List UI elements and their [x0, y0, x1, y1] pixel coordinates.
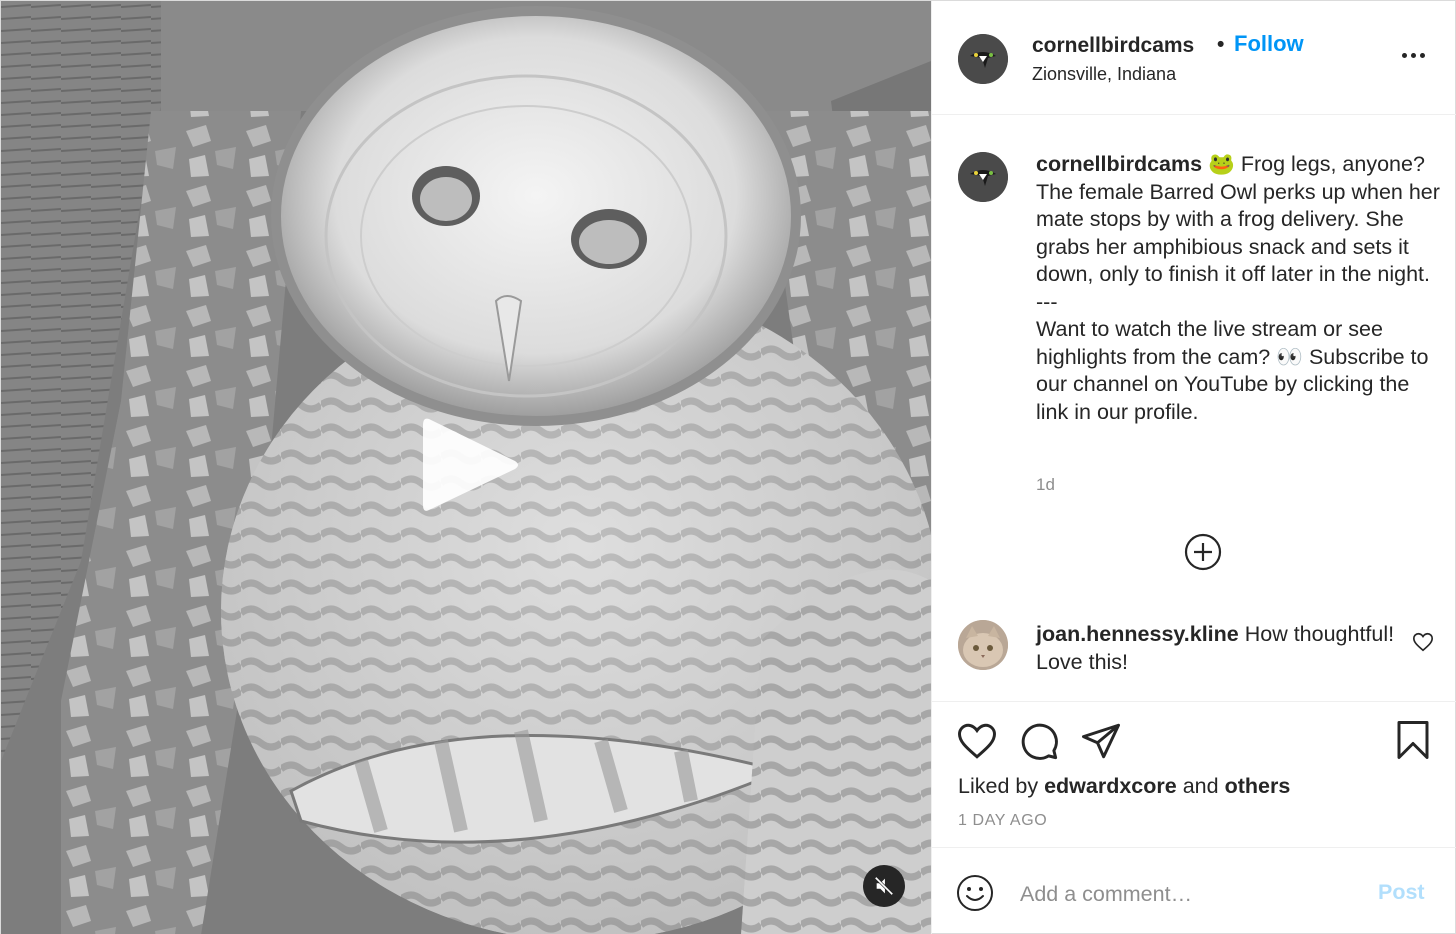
- save-button[interactable]: [1392, 719, 1434, 761]
- caption-timestamp[interactable]: 1d: [1036, 475, 1055, 495]
- caption-username[interactable]: cornellbirdcams: [1036, 152, 1202, 176]
- follow-button[interactable]: Follow: [1234, 31, 1304, 57]
- comment-button[interactable]: [1018, 720, 1060, 762]
- comment-like-button[interactable]: [1412, 631, 1434, 653]
- avatar[interactable]: [958, 34, 1008, 84]
- post-sidebar: cornellbirdcams • Follow Zionsville, Ind…: [931, 1, 1456, 934]
- instagram-post: cornellbirdcams • Follow Zionsville, Ind…: [0, 0, 1456, 934]
- play-icon: [423, 418, 518, 511]
- header-username[interactable]: cornellbirdcams: [1032, 34, 1194, 58]
- more-options-button[interactable]: [1402, 45, 1428, 65]
- bird-logo-icon: [958, 34, 1008, 84]
- comment-username[interactable]: joan.hennessy.kline: [1036, 622, 1239, 646]
- play-button[interactable]: [419, 413, 523, 517]
- separator-dot: •: [1217, 33, 1225, 56]
- caption-line-2: ---: [1036, 289, 1058, 314]
- location-link[interactable]: Zionsville, Indiana: [1032, 64, 1176, 85]
- volume-muted-icon: [874, 876, 894, 896]
- post-header: cornellbirdcams • Follow Zionsville, Ind…: [932, 1, 1456, 115]
- caption-line-3: Want to watch the live stream or see hig…: [1036, 317, 1435, 424]
- caption-text: cornellbirdcams 🐸 Frog legs, anyone? The…: [1036, 151, 1446, 426]
- mute-toggle-button[interactable]: [863, 865, 905, 907]
- caption-avatar[interactable]: [958, 152, 1008, 202]
- caption-paragraph-1: cornellbirdcams 🐸 Frog legs, anyone? The…: [1036, 151, 1446, 289]
- load-more-comments-button[interactable]: [1184, 533, 1222, 571]
- share-button[interactable]: [1080, 720, 1122, 762]
- post-actions: Liked by edwardxcore and others 1 DAY AG…: [932, 701, 1456, 847]
- likes-conjunction: and: [1182, 774, 1219, 798]
- plus-circle-icon: [1184, 533, 1222, 571]
- post-video[interactable]: [1, 1, 931, 934]
- comment-avatar[interactable]: [958, 620, 1008, 670]
- add-comment-bar: Post: [932, 847, 1456, 934]
- comment-input[interactable]: [1020, 874, 1360, 914]
- comment-text: joan.hennessy.kline How thoughtful! Love…: [1036, 621, 1396, 676]
- likes-prefix: Liked by: [958, 774, 1039, 798]
- caption-section: cornellbirdcams 🐸 Frog legs, anyone? The…: [932, 115, 1456, 605]
- smiley-icon: [957, 875, 993, 911]
- paper-plane-icon: [1082, 723, 1120, 759]
- more-horizontal-icon-dot: [1411, 52, 1416, 58]
- post-comment-button[interactable]: Post: [1378, 880, 1425, 905]
- like-button[interactable]: [956, 720, 998, 762]
- likes-others[interactable]: others: [1225, 774, 1291, 798]
- bookmark-icon: [1397, 721, 1429, 759]
- cat-avatar-image: [958, 620, 1008, 670]
- likes-summary: Liked by edwardxcore and others: [958, 774, 1290, 799]
- comment-icon: [1021, 723, 1058, 760]
- frog-emoji: 🐸: [1208, 152, 1235, 176]
- bird-logo-icon: [958, 152, 1008, 202]
- heart-icon: [1413, 632, 1433, 652]
- emoji-picker-button[interactable]: [956, 874, 994, 912]
- heart-icon: [958, 723, 996, 759]
- post-date[interactable]: 1 DAY AGO: [958, 812, 1047, 830]
- more-horizontal-icon-dot: [1420, 52, 1425, 58]
- likes-user[interactable]: edwardxcore: [1044, 774, 1177, 798]
- more-horizontal-icon: [1402, 52, 1407, 58]
